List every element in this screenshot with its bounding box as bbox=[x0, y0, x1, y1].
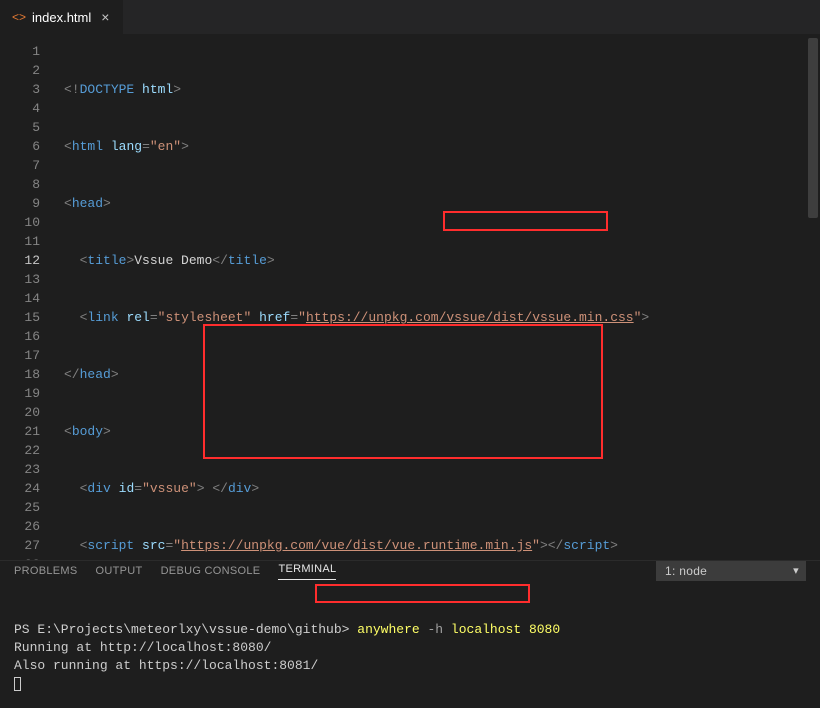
tab-close-icon[interactable]: × bbox=[97, 9, 113, 25]
code-editor[interactable]: 1234567891011121314151617181920212223242… bbox=[0, 34, 820, 560]
panel-tab-terminal[interactable]: TERMINAL bbox=[278, 563, 336, 580]
terminal-view[interactable]: PS E:\Projects\meteorlxy\vssue-demo\gith… bbox=[0, 581, 820, 708]
panel-tab-output[interactable]: OUTPUT bbox=[96, 565, 143, 577]
terminal-cursor bbox=[14, 677, 21, 691]
tab-index-html[interactable]: <> index.html × bbox=[0, 0, 124, 34]
tab-bar: <> index.html × bbox=[0, 0, 820, 34]
terminal-selector[interactable]: 1: node bbox=[656, 561, 806, 581]
terminal-output-line: Running at http://localhost:8080/ bbox=[14, 640, 271, 655]
terminal-output-line: Also running at https://localhost:8081/ bbox=[14, 658, 318, 673]
panel-tab-bar: PROBLEMS OUTPUT DEBUG CONSOLE TERMINAL 1… bbox=[0, 561, 820, 581]
panel-tab-debug-console[interactable]: DEBUG CONSOLE bbox=[161, 565, 261, 577]
tab-filename: index.html bbox=[32, 10, 91, 25]
code-content: <!DOCTYPE html> <html lang="en"> <head> … bbox=[64, 42, 820, 560]
highlight-terminal-command bbox=[315, 584, 530, 603]
panel-tab-problems[interactable]: PROBLEMS bbox=[14, 565, 78, 577]
line-number-gutter: 1234567891011121314151617181920212223242… bbox=[0, 42, 54, 560]
bottom-panel: PROBLEMS OUTPUT DEBUG CONSOLE TERMINAL 1… bbox=[0, 560, 820, 708]
html-file-icon: <> bbox=[12, 10, 26, 24]
